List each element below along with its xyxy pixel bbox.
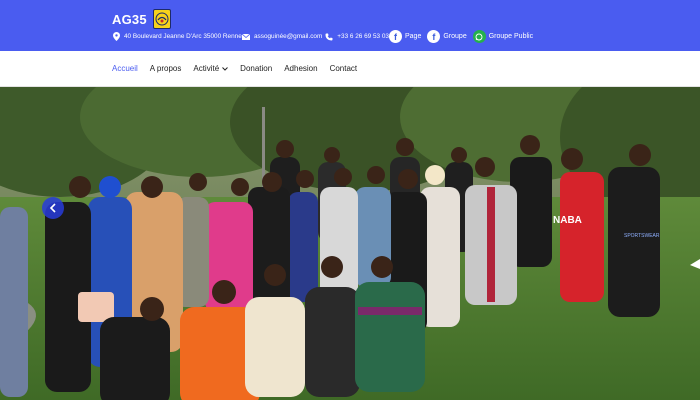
chevron-left-icon xyxy=(49,203,57,213)
facebook-icon: f xyxy=(389,30,402,43)
nav-item-accueil[interactable]: Accueil xyxy=(112,64,138,73)
social-whatsapp-group[interactable]: Groupe Public xyxy=(472,30,534,43)
brand-name: AG35 xyxy=(112,11,147,27)
phone-item[interactable]: +33 6 26 69 53 03 xyxy=(325,32,389,41)
slider-prev-button[interactable] xyxy=(42,197,64,219)
contact-row: 40 Boulevard Jeanne D'Arc 35000 Rennes a… xyxy=(113,30,539,43)
address-text: 40 Boulevard Jeanne D'Arc 35000 Rennes xyxy=(124,33,245,40)
phone-icon xyxy=(325,32,333,41)
social-label: Groupe Public xyxy=(488,33,534,40)
social-label: Page xyxy=(405,33,422,40)
nav-list: Accueil A propos Activité Donation Adhes… xyxy=(112,64,369,73)
chevron-down-icon xyxy=(222,66,229,71)
shirt-text-naba: NABA xyxy=(553,215,582,226)
phone-text: +33 6 26 69 53 03 xyxy=(337,33,389,40)
facebook-icon: f xyxy=(427,30,441,43)
nav-item-contact[interactable]: Contact xyxy=(330,64,358,73)
brand-logo xyxy=(152,9,171,29)
hero-group-photo: NABA SPORTSWEAR xyxy=(0,87,700,400)
nav-item-donation[interactable]: Donation xyxy=(240,64,272,73)
address-item: 40 Boulevard Jeanne D'Arc 35000 Rennes xyxy=(113,32,245,41)
envelope-icon xyxy=(241,32,250,41)
nav-item-adhesion[interactable]: Adhesion xyxy=(284,64,317,73)
nav-item-activite[interactable]: Activité xyxy=(193,64,229,73)
nav-item-label: Activité xyxy=(193,64,220,73)
nav-item-a-propos[interactable]: A propos xyxy=(150,64,182,73)
top-header-bar: AG35 40 Boulevard Jeanne D'Arc 35000 Ren… xyxy=(0,0,700,51)
map-pin-icon xyxy=(113,32,120,41)
whatsapp-icon xyxy=(472,30,486,43)
social-label: Groupe xyxy=(443,33,467,40)
email-text: assoguinée@gmail.com xyxy=(254,33,323,40)
social-facebook-page[interactable]: f Page xyxy=(389,30,421,43)
shirt-text-sportswear: SPORTSWEAR xyxy=(624,233,660,239)
brand[interactable]: AG35 xyxy=(112,9,171,29)
main-navigation: Accueil A propos Activité Donation Adhes… xyxy=(0,51,700,87)
social-facebook-group[interactable]: f Groupe xyxy=(427,30,467,43)
email-item[interactable]: assoguinée@gmail.com xyxy=(241,32,325,41)
group-photo-illustration: NABA SPORTSWEAR xyxy=(0,87,700,400)
